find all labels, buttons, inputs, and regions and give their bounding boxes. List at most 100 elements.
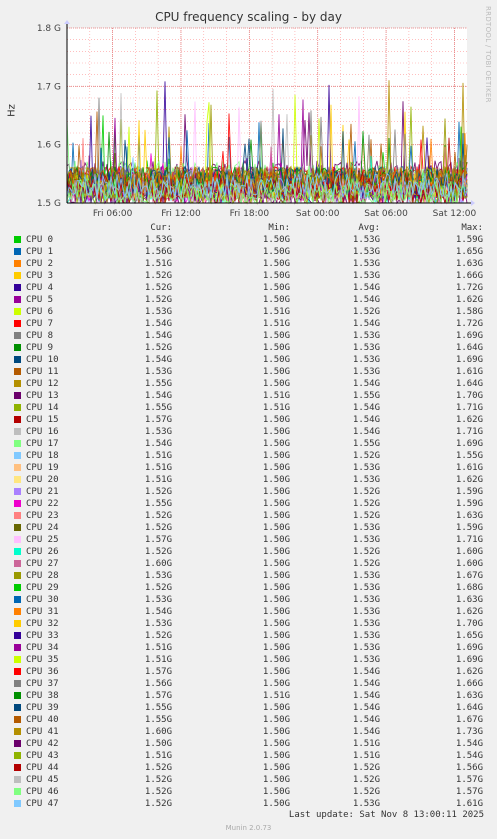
legend-max: 1.62G	[455, 667, 483, 677]
legend-cur: 1.53G	[144, 595, 172, 605]
legend-max: 1.69G	[455, 331, 483, 341]
y-axis-arrow	[64, 20, 70, 24]
legend-cur: 1.52G	[144, 547, 172, 557]
legend-min: 1.50G	[262, 775, 290, 785]
legend-min: 1.50G	[262, 247, 290, 257]
legend-max: 1.59G	[455, 235, 483, 245]
legend-cur: 1.53G	[144, 307, 172, 317]
legend-avg: 1.54G	[352, 727, 380, 737]
legend-cur: 1.52G	[144, 775, 172, 785]
legend-row: CPU 13 1.54G 1.51G 1.55G 1.70G	[0, 390, 497, 402]
legend-min: 1.50G	[262, 571, 290, 581]
legend-min: 1.50G	[262, 715, 290, 725]
legend-name: CPU 46	[26, 787, 59, 797]
legend-swatch	[14, 260, 21, 267]
legend-swatch	[14, 572, 21, 579]
legend-row: CPU 15 1.57G 1.50G 1.54G 1.62G	[0, 414, 497, 426]
legend-swatch	[14, 524, 21, 531]
legend-avg: 1.53G	[352, 367, 380, 377]
legend-avg: 1.53G	[352, 799, 380, 809]
legend-swatch	[14, 380, 21, 387]
legend-min: 1.50G	[262, 283, 290, 293]
legend-swatch	[14, 584, 21, 591]
last-update: Last update: Sat Nov 8 13:00:11 2025	[288, 810, 484, 820]
legend-avg: 1.52G	[352, 451, 380, 461]
legend-max: 1.62G	[455, 607, 483, 617]
legend-name: CPU 37	[26, 679, 59, 689]
legend-avg: 1.51G	[352, 751, 380, 761]
legend-swatch	[14, 476, 21, 483]
header-avg: Avg:	[358, 223, 380, 233]
legend-row: CPU 30 1.53G 1.50G 1.53G 1.63G	[0, 594, 497, 606]
legend-swatch	[14, 356, 21, 363]
legend-min: 1.50G	[262, 547, 290, 557]
legend-name: CPU 27	[26, 559, 59, 569]
legend-header: Cur: Min: Avg: Max:	[0, 222, 497, 234]
legend-min: 1.50G	[262, 235, 290, 245]
legend-min: 1.50G	[262, 259, 290, 269]
legend-cur: 1.55G	[144, 403, 172, 413]
legend-avg: 1.55G	[352, 391, 380, 401]
legend-swatch	[14, 272, 21, 279]
legend-name: CPU 16	[26, 427, 59, 437]
legend-min: 1.50G	[262, 511, 290, 521]
legend-name: CPU 28	[26, 571, 59, 581]
legend-row: CPU 33 1.52G 1.50G 1.53G 1.65G	[0, 630, 497, 642]
legend-avg: 1.53G	[352, 247, 380, 257]
legend-max: 1.73G	[455, 727, 483, 737]
legend-avg: 1.53G	[352, 235, 380, 245]
legend-row: CPU 42 1.50G 1.50G 1.51G 1.54G	[0, 738, 497, 750]
legend-name: CPU 15	[26, 415, 59, 425]
legend-swatch	[14, 512, 21, 519]
legend-avg: 1.52G	[352, 763, 380, 773]
legend-swatch	[14, 788, 21, 795]
legend-cur: 1.54G	[144, 319, 172, 329]
legend-swatch	[14, 392, 21, 399]
legend-max: 1.69G	[455, 643, 483, 653]
legend-avg: 1.53G	[352, 631, 380, 641]
legend-swatch	[14, 536, 21, 543]
x-tick-label: Sat 12:00	[433, 209, 477, 219]
legend-max: 1.55G	[455, 451, 483, 461]
legend-swatch	[14, 248, 21, 255]
legend-avg: 1.53G	[352, 643, 380, 653]
legend-min: 1.50G	[262, 427, 290, 437]
legend-swatch	[14, 656, 21, 663]
legend-name: CPU 19	[26, 463, 59, 473]
legend-swatch	[14, 680, 21, 687]
legend-cur: 1.52G	[144, 583, 172, 593]
legend-min: 1.50G	[262, 739, 290, 749]
legend-max: 1.69G	[455, 355, 483, 365]
legend-cur: 1.55G	[144, 703, 172, 713]
legend-min: 1.50G	[262, 667, 290, 677]
legend-min: 1.51G	[262, 691, 290, 701]
legend-min: 1.50G	[262, 751, 290, 761]
legend-name: CPU 17	[26, 439, 59, 449]
legend-min: 1.50G	[262, 499, 290, 509]
legend-cur: 1.52G	[144, 787, 172, 797]
legend-max: 1.63G	[455, 691, 483, 701]
legend-avg: 1.52G	[352, 547, 380, 557]
legend-avg: 1.54G	[352, 691, 380, 701]
legend-row: CPU 4 1.52G 1.50G 1.54G 1.72G	[0, 282, 497, 294]
legend-max: 1.66G	[455, 679, 483, 689]
legend-name: CPU 1	[26, 247, 54, 257]
legend-row: CPU 41 1.60G 1.50G 1.54G 1.73G	[0, 726, 497, 738]
legend-swatch	[14, 428, 21, 435]
legend-row: CPU 6 1.53G 1.51G 1.52G 1.58G	[0, 306, 497, 318]
legend-name: CPU 12	[26, 379, 59, 389]
legend-name: CPU 22	[26, 499, 59, 509]
legend-row: CPU 25 1.57G 1.50G 1.53G 1.71G	[0, 534, 497, 546]
legend-avg: 1.52G	[352, 499, 380, 509]
legend-min: 1.50G	[262, 271, 290, 281]
legend-max: 1.71G	[455, 535, 483, 545]
legend-swatch	[14, 704, 21, 711]
x-axis-arrow	[471, 200, 475, 206]
legend-row: CPU 38 1.57G 1.51G 1.54G 1.63G	[0, 690, 497, 702]
legend-cur: 1.50G	[144, 739, 172, 749]
legend-max: 1.62G	[455, 295, 483, 305]
legend-swatch	[14, 728, 21, 735]
legend-row: CPU 23 1.52G 1.50G 1.52G 1.63G	[0, 510, 497, 522]
legend-max: 1.54G	[455, 751, 483, 761]
legend-cur: 1.54G	[144, 607, 172, 617]
